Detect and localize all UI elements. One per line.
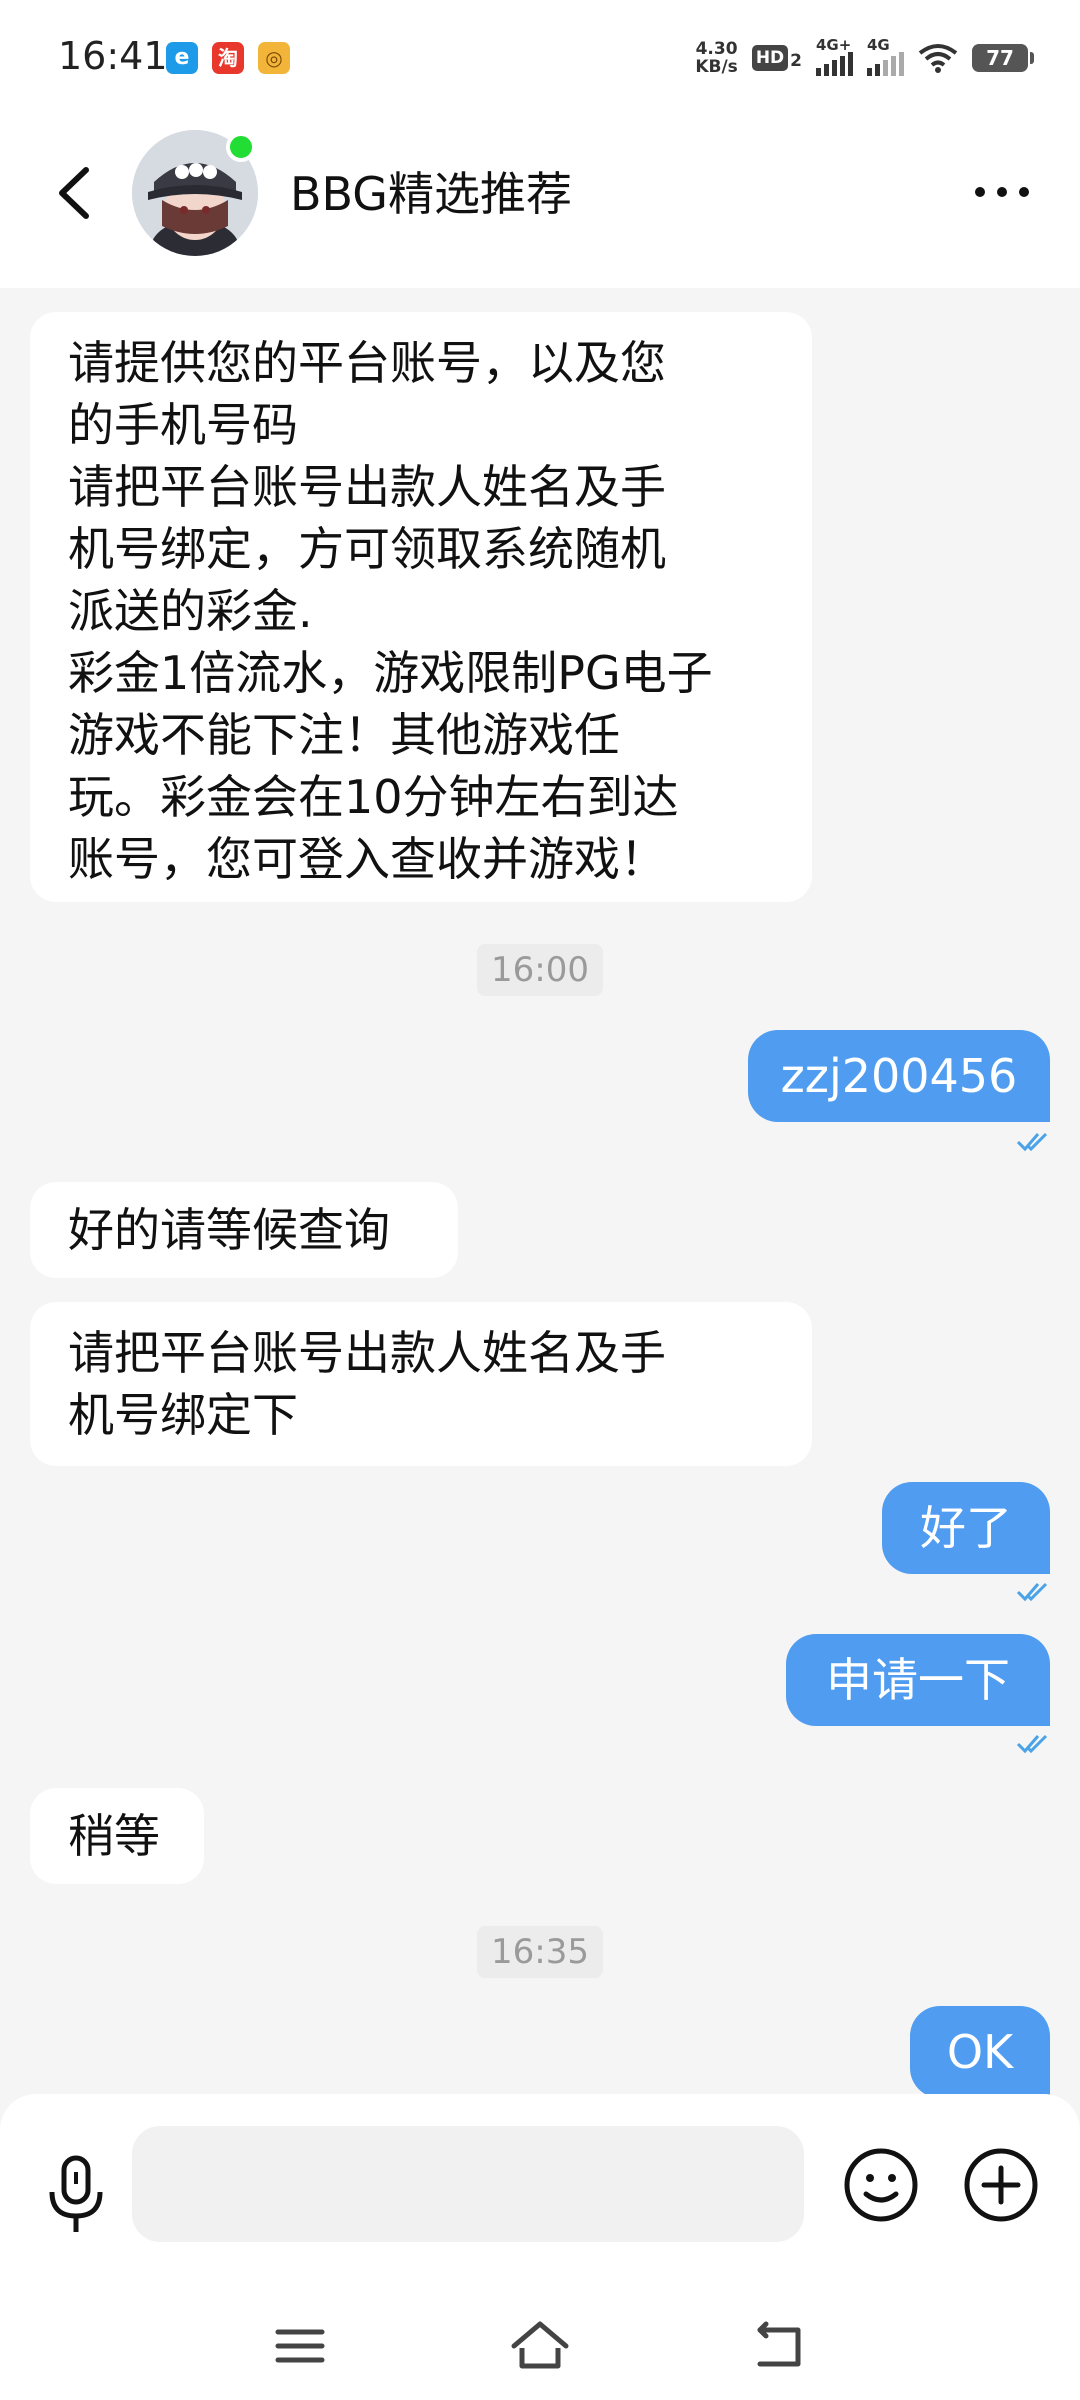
status-time: 16:41: [58, 34, 168, 78]
e-icon: e: [166, 42, 198, 74]
home-nav-icon[interactable]: [508, 2318, 572, 2374]
message-bubble-outgoing[interactable]: OK: [910, 2006, 1050, 2098]
message-text: 好了: [920, 1501, 1012, 1555]
emoji-button[interactable]: [842, 2146, 920, 2224]
message-text: 稍等: [68, 1809, 160, 1863]
message-text: OK: [946, 2025, 1014, 2079]
read-tick-icon: [1016, 1582, 1048, 1602]
read-tick-icon: [1016, 1734, 1048, 1754]
message-text: 好的请等候查询: [68, 1203, 390, 1257]
add-attachment-button[interactable]: [962, 2146, 1040, 2224]
message-bubble-outgoing[interactable]: zzj200456: [748, 1030, 1050, 1122]
more-options-button[interactable]: [966, 172, 1038, 212]
signal-1-label: 4G+: [816, 36, 852, 54]
signal-1-icon: 4G+: [816, 36, 853, 76]
timestamp: 16:35: [0, 1926, 1080, 1978]
message-bubble-incoming[interactable]: 请提供您的平台账号，以及您 的手机号码 请把平台账号出款人姓名及手 机号绑定，方…: [30, 312, 812, 902]
voice-input-button[interactable]: [44, 2154, 108, 2236]
timestamp-label: 16:00: [477, 944, 603, 996]
message-input[interactable]: [132, 2126, 804, 2242]
message-bubble-incoming[interactable]: 好的请等候查询: [30, 1182, 458, 1278]
coin-icon: ◎: [258, 42, 290, 74]
wifi-icon: [918, 44, 958, 73]
battery-icon: 77: [972, 44, 1034, 72]
taobao-icon: 淘: [212, 42, 244, 74]
net-speed: 4.30 KB/s: [695, 40, 737, 76]
net-speed-unit: KB/s: [695, 57, 738, 77]
status-indicators: 4.30 KB/s HD 2 4G+ 4G 77: [695, 36, 1034, 80]
hd-icon: HD 2: [751, 45, 802, 71]
signal-2-icon: 4G: [867, 36, 904, 76]
message-text: 请把平台账号出款人姓名及手 机号绑定下: [68, 1326, 666, 1442]
back-nav-icon[interactable]: [748, 2318, 812, 2374]
message-text: 请提供您的平台账号，以及您 的手机号码 请把平台账号出款人姓名及手 机号绑定，方…: [68, 336, 713, 886]
online-status-dot: [226, 132, 256, 162]
message-text: zzj200456: [780, 1049, 1018, 1103]
menu-nav-icon[interactable]: [268, 2318, 332, 2374]
message-bubble-outgoing[interactable]: 好了: [882, 1482, 1050, 1574]
back-button[interactable]: [48, 158, 108, 228]
timestamp-label: 16:35: [477, 1926, 603, 1978]
hd-sub: 2: [790, 51, 802, 71]
chat-title: BBG精选推荐: [290, 167, 572, 221]
hd-label: HD: [751, 45, 789, 71]
chat-header: BBG精选推荐: [0, 120, 1080, 288]
message-list[interactable]: 请提供您的平台账号，以及您 的手机号码 请把平台账号出款人姓名及手 机号绑定，方…: [0, 288, 1080, 2098]
message-text: 申请一下: [826, 1653, 1010, 1707]
message-bubble-incoming[interactable]: 请把平台账号出款人姓名及手 机号绑定下: [30, 1302, 812, 1466]
signal-2-label: 4G: [867, 36, 890, 54]
message-bubble-outgoing[interactable]: 申请一下: [786, 1634, 1050, 1726]
read-tick-icon: [1016, 1132, 1048, 1152]
timestamp: 16:00: [0, 944, 1080, 996]
message-bubble-incoming[interactable]: 稍等: [30, 1788, 204, 1884]
system-nav-bar: [0, 2286, 1080, 2400]
status-bar: 16:41 e 淘 ◎ 4.30 KB/s HD 2 4G+ 4G 77: [0, 0, 1080, 120]
net-speed-value: 4.30: [695, 39, 738, 59]
